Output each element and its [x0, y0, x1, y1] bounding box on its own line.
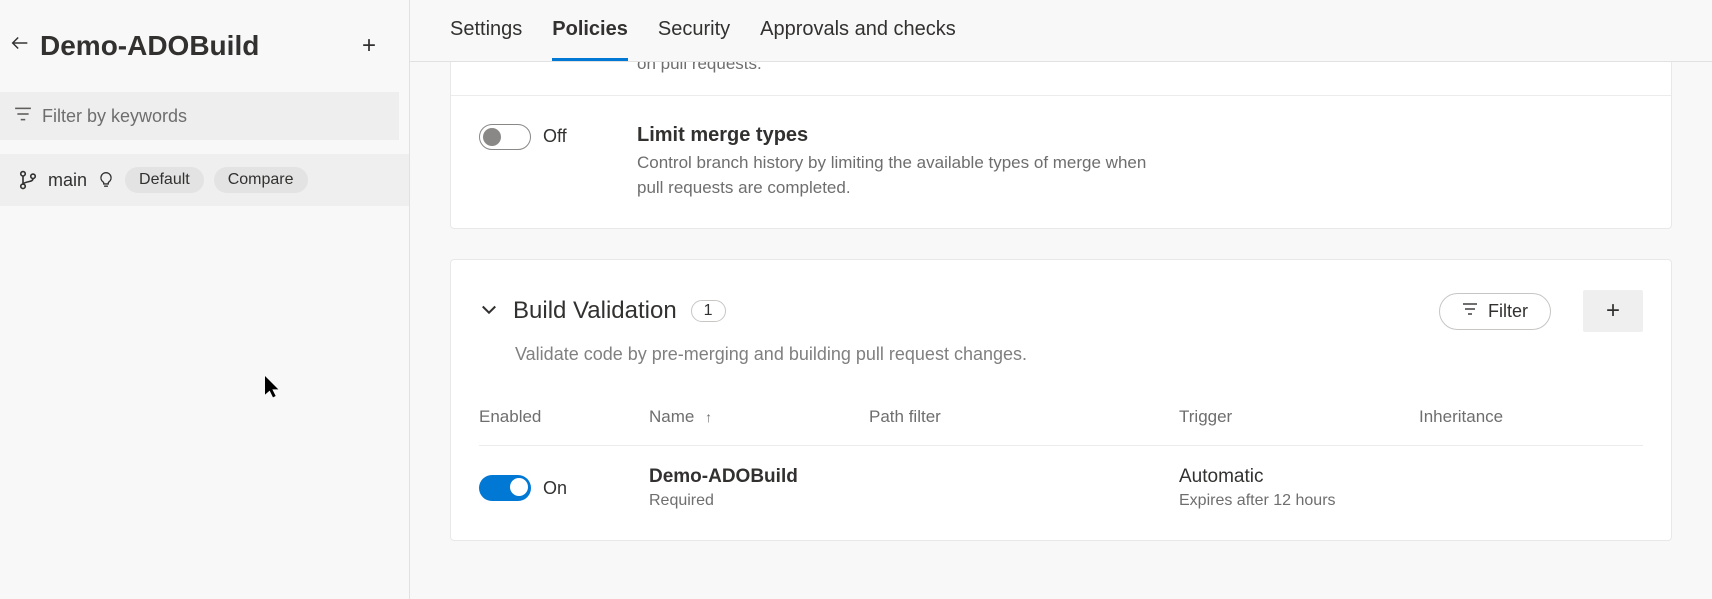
- branch-item-main[interactable]: main Default Compare: [0, 154, 409, 206]
- row-trigger: Automatic: [1179, 466, 1419, 488]
- row-enabled-toggle[interactable]: [479, 475, 531, 501]
- filter-icon: [1462, 301, 1478, 322]
- tab-security[interactable]: Security: [658, 18, 730, 61]
- tag-default[interactable]: Default: [125, 167, 204, 193]
- limit-merge-desc: Control branch history by limiting the a…: [637, 151, 1157, 200]
- row-trigger-sub: Expires after 12 hours: [1179, 492, 1419, 510]
- plus-icon: +: [362, 32, 376, 59]
- branch-name: main: [48, 170, 87, 191]
- branch-icon: [18, 170, 38, 190]
- chevron-down-icon: [479, 306, 499, 323]
- col-path[interactable]: Path filter: [869, 407, 1179, 427]
- col-enabled[interactable]: Enabled: [479, 407, 649, 427]
- tab-policies[interactable]: Policies: [552, 18, 628, 61]
- filter-button-label: Filter: [1488, 301, 1528, 322]
- plus-icon: +: [1606, 297, 1620, 325]
- add-branch-button[interactable]: +: [349, 32, 389, 60]
- tag-compare[interactable]: Compare: [214, 167, 308, 193]
- build-validation-card: Build Validation 1 Filter + Validate cod…: [450, 259, 1672, 541]
- branch-policies-card: Check to see that all comments have been…: [450, 62, 1672, 229]
- build-validation-filter-button[interactable]: Filter: [1439, 293, 1551, 330]
- row-name-sub: Required: [649, 492, 869, 510]
- filter-icon: [14, 105, 32, 128]
- row-enabled-label: On: [543, 478, 567, 499]
- build-validation-count: 1: [691, 300, 726, 322]
- sidebar: Demo-ADOBuild + main Default Compare: [0, 0, 410, 599]
- tab-settings[interactable]: Settings: [450, 18, 522, 61]
- sort-asc-icon: ↑: [705, 409, 712, 425]
- col-name[interactable]: Name ↑: [649, 407, 869, 427]
- filter-box[interactable]: [0, 92, 399, 140]
- build-validation-subtitle: Validate code by pre-merging and buildin…: [451, 340, 1671, 389]
- row-name: Demo-ADOBuild: [649, 466, 869, 488]
- add-build-validation-button[interactable]: +: [1583, 290, 1643, 332]
- limit-merge-title: Limit merge types: [637, 124, 1643, 147]
- filter-input[interactable]: [42, 106, 385, 127]
- tabs: Settings Policies Security Approvals and…: [410, 0, 1712, 62]
- limit-merge-toggle[interactable]: [479, 124, 531, 150]
- tab-approvals[interactable]: Approvals and checks: [760, 18, 956, 61]
- limit-merge-toggle-label: Off: [543, 126, 567, 147]
- lightbulb-icon: [97, 171, 115, 189]
- repo-title: Demo-ADOBuild: [40, 30, 349, 62]
- comment-resolution-desc-line2: on pull requests.: [637, 62, 762, 73]
- build-table-header: Enabled Name ↑ Path filter Trigger Inher…: [479, 389, 1643, 445]
- build-validation-title: Build Validation: [513, 297, 677, 325]
- collapse-build-validation[interactable]: [479, 299, 499, 324]
- col-inheritance[interactable]: Inheritance: [1419, 407, 1643, 427]
- table-row[interactable]: On Demo-ADOBuild Required Automatic Expi…: [479, 445, 1643, 530]
- col-trigger[interactable]: Trigger: [1179, 407, 1419, 427]
- main-area: Settings Policies Security Approvals and…: [410, 0, 1712, 599]
- back-button[interactable]: [0, 32, 40, 60]
- arrow-left-icon: [9, 32, 31, 60]
